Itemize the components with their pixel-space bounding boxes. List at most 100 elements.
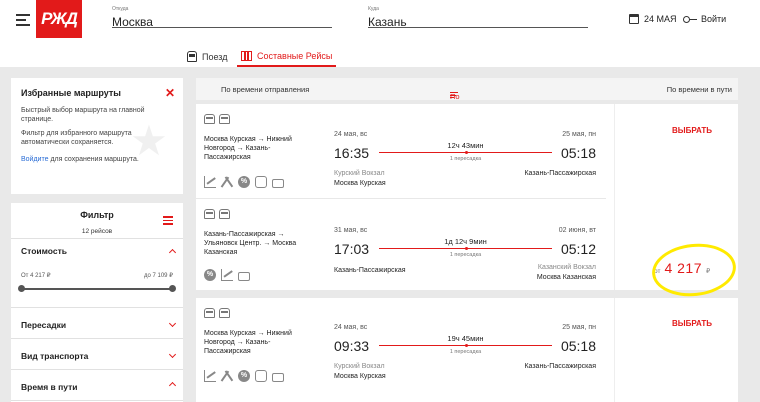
tab-composite-trips[interactable]: Составные Рейсы [237, 46, 337, 67]
train-icon [204, 209, 215, 219]
tab-train-label: Поезд [202, 51, 228, 62]
discount-icon: % [204, 269, 216, 281]
key-icon [683, 15, 697, 23]
travel-time-label: Время в пути [21, 382, 78, 392]
from-label: Откуда [112, 6, 129, 12]
arrival-date: 25 мая, пн [562, 324, 596, 331]
trip-segment: Казань-Пассажирская → Ульяновск Центр. →… [196, 198, 606, 290]
arrival-station: Казань-Пассажирская [524, 169, 596, 179]
transfer-count: 1 пересадка [449, 156, 482, 162]
trip-segment: Москва Курская → Нижний Новгород → Казан… [196, 104, 606, 196]
transfer-count: 1 пересадка [449, 252, 482, 258]
trip-duration: 19ч 45мин [447, 334, 484, 343]
route-text: Москва Курская → Нижний Новгород → Казан… [204, 136, 292, 161]
login-button[interactable]: Войти [683, 14, 726, 24]
price-label[interactable]: Стоимость [21, 246, 173, 256]
slider-max-handle[interactable] [169, 285, 176, 292]
trip-duration: 12ч 43мин [447, 141, 484, 150]
price-max: до 7 109 ₽ [143, 273, 173, 279]
arrival-station: Казань-Пассажирская [524, 362, 596, 372]
arrival-station: Казанский Вокзал Москва Казанская [537, 263, 596, 283]
departure-time: 16:35 [334, 145, 370, 161]
favorites-title: Избранные маршруты [21, 88, 121, 98]
close-icon[interactable]: ✕ [165, 86, 175, 100]
amenities: % [204, 176, 284, 188]
departure-date: 31 мая, вс [334, 227, 368, 234]
discount-icon: % [238, 370, 250, 382]
route-text: Москва Курская → Нижний Новгород → Казан… [204, 330, 292, 355]
arrival-date: 02 июня, вт [558, 227, 596, 234]
departure-time: 09:33 [334, 338, 370, 354]
slider-min-handle[interactable] [18, 285, 25, 292]
train-icon [219, 209, 230, 219]
filter-travel-time[interactable]: Время в пути [11, 370, 183, 401]
signin-link[interactable]: Войдите [21, 156, 49, 163]
filter-transfers[interactable]: Пересадки [11, 308, 183, 339]
result-card: Москва Курская → Нижний Новгород → Казан… [196, 298, 738, 402]
top-header: РЖД Откуда Москва Куда Казань 24 МАЯ Вой… [0, 0, 760, 67]
departure-time: 17:03 [334, 241, 370, 257]
route-line [379, 246, 552, 250]
transport-icons [204, 308, 230, 318]
route-line [379, 150, 552, 154]
departure-station: Курский Вокзал Москва Курская [334, 362, 386, 382]
chart-icon [204, 370, 216, 382]
price-range: От 4 217 ₽ до 7 109 ₽ [21, 272, 173, 279]
transport-icons [204, 114, 230, 124]
arrival-station-name: Казань-Пассажирская [524, 170, 596, 177]
sliders-icon[interactable] [163, 215, 173, 225]
transport-label: Вид транспорта [21, 351, 89, 361]
departure-date: 24 мая, вс [334, 131, 368, 138]
arrival-station-name: Казань-Пассажирская [524, 363, 596, 370]
chart-icon [221, 269, 233, 281]
amenities: % [204, 269, 250, 281]
train-icon [204, 308, 215, 318]
bus-icon [255, 370, 267, 382]
departure-station: Курский Вокзал Москва Курская [334, 169, 386, 189]
arrival-date: 25 мая, пн [562, 131, 596, 138]
discount-icon: % [238, 176, 250, 188]
sort-by-departure[interactable]: По времени отправления [221, 85, 309, 94]
card-divider [614, 298, 615, 402]
transport-icons [204, 209, 230, 219]
train-icon [219, 114, 230, 124]
trip-segment: Москва Курская → Нижний Новгород → Казан… [196, 298, 606, 390]
filter-price: Стоимость От 4 217 ₽ до 7 109 ₽ [11, 239, 183, 308]
filter-transport-type[interactable]: Вид транспорта [11, 339, 183, 370]
from-field[interactable]: Откуда Москва [112, 6, 332, 29]
departure-station-name: Казань-Пассажирская [334, 267, 406, 274]
to-value[interactable]: Казань [368, 15, 407, 29]
arrival-station-name: Москва Казанская [536, 274, 596, 281]
tab-train[interactable]: Поезд [183, 46, 231, 67]
train-icon [204, 114, 215, 124]
luggage-icon [238, 272, 250, 281]
route-line [379, 343, 552, 347]
card-divider [614, 104, 615, 290]
price-slider[interactable] [18, 285, 176, 292]
filter-panel: Фильтр 12 рейсов Стоимость От 4 217 ₽ до… [11, 203, 183, 402]
map-icon [241, 50, 252, 61]
date-value: 24 МАЯ [644, 14, 677, 24]
restaurant-icon [221, 370, 233, 382]
menu-icon[interactable] [16, 14, 30, 26]
arrival-time: 05:18 [560, 145, 596, 161]
luggage-icon [272, 179, 284, 188]
choose-button[interactable]: ВЫБРАТЬ [672, 126, 712, 135]
route-text: Казань-Пассажирская → Ульяновск Центр. →… [204, 231, 297, 256]
arrival-time: 05:12 [560, 241, 596, 257]
departure-station-hint: Курский Вокзал [334, 170, 385, 177]
favorites-panel: Избранные маршруты ✕ ★ Быстрый выбор мар… [11, 78, 183, 194]
from-value[interactable]: Москва [112, 15, 153, 29]
departure-station-hint: Курский Вокзал [334, 363, 385, 370]
filter-header: Фильтр 12 рейсов [11, 203, 183, 239]
choose-button[interactable]: ВЫБРАТЬ [672, 319, 712, 328]
price-min: От 4 217 ₽ [21, 273, 51, 279]
sort-by-duration[interactable]: По времени в пути [667, 85, 732, 94]
rzd-logo[interactable]: РЖД [36, 0, 82, 38]
restaurant-icon [221, 176, 233, 188]
filter-title: Фильтр [80, 210, 114, 220]
arrival-time: 05:18 [560, 338, 596, 354]
to-field[interactable]: Куда Казань [368, 6, 588, 29]
date-picker[interactable]: 24 МАЯ [629, 14, 677, 24]
departure-station-name: Москва Курская [334, 180, 386, 187]
